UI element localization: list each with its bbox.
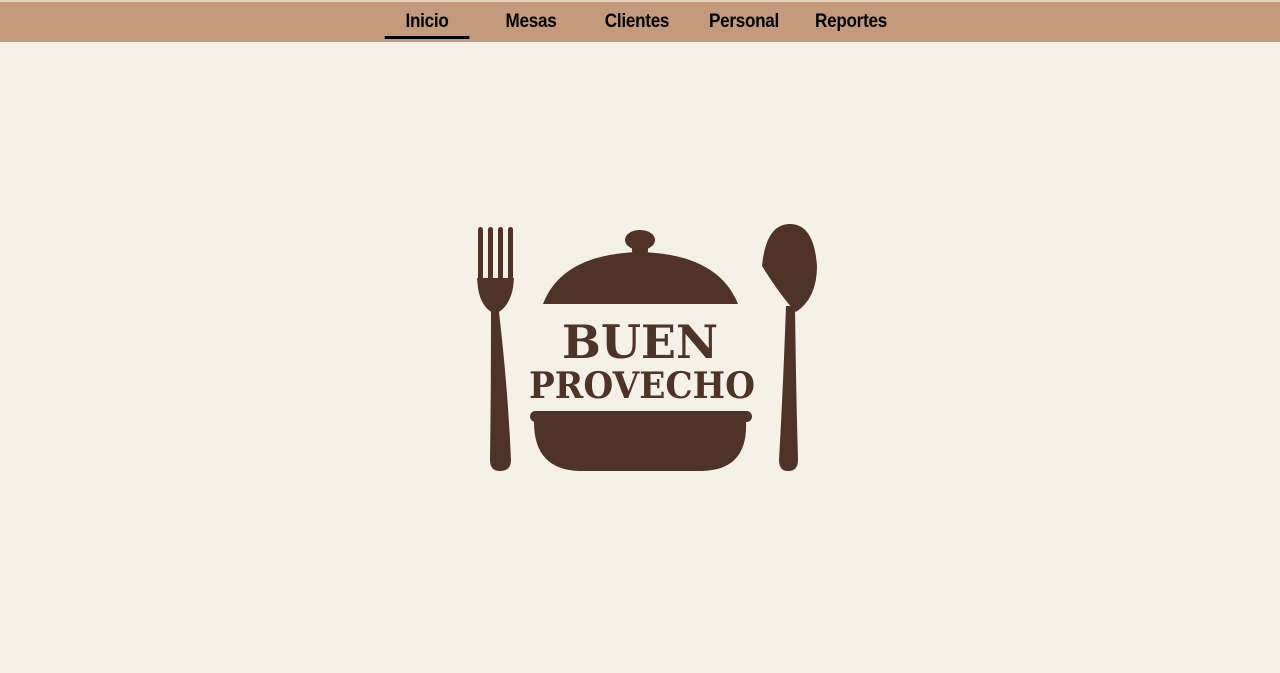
logo-line-2: PROVECHO — [529, 365, 755, 407]
nav-tab-clientes[interactable]: Clientes — [593, 2, 681, 42]
nav-tab-reportes[interactable]: Reportes — [807, 2, 895, 42]
nav-tab-mesas[interactable]: Mesas — [480, 2, 583, 42]
spoon-icon — [762, 224, 817, 471]
buen-provecho-logo: BUEN PROVECHO — [477, 224, 817, 471]
fork-icon — [477, 227, 514, 471]
nav-tab-inicio[interactable]: Inicio — [384, 2, 470, 42]
logo-line-1: BUEN — [562, 315, 718, 369]
main-nav: Inicio Mesas Clientes Personal Reportes — [380, 2, 900, 42]
top-navigation-bar: Inicio Mesas Clientes Personal Reportes — [0, 0, 1280, 42]
nav-tab-personal[interactable]: Personal — [692, 2, 796, 42]
